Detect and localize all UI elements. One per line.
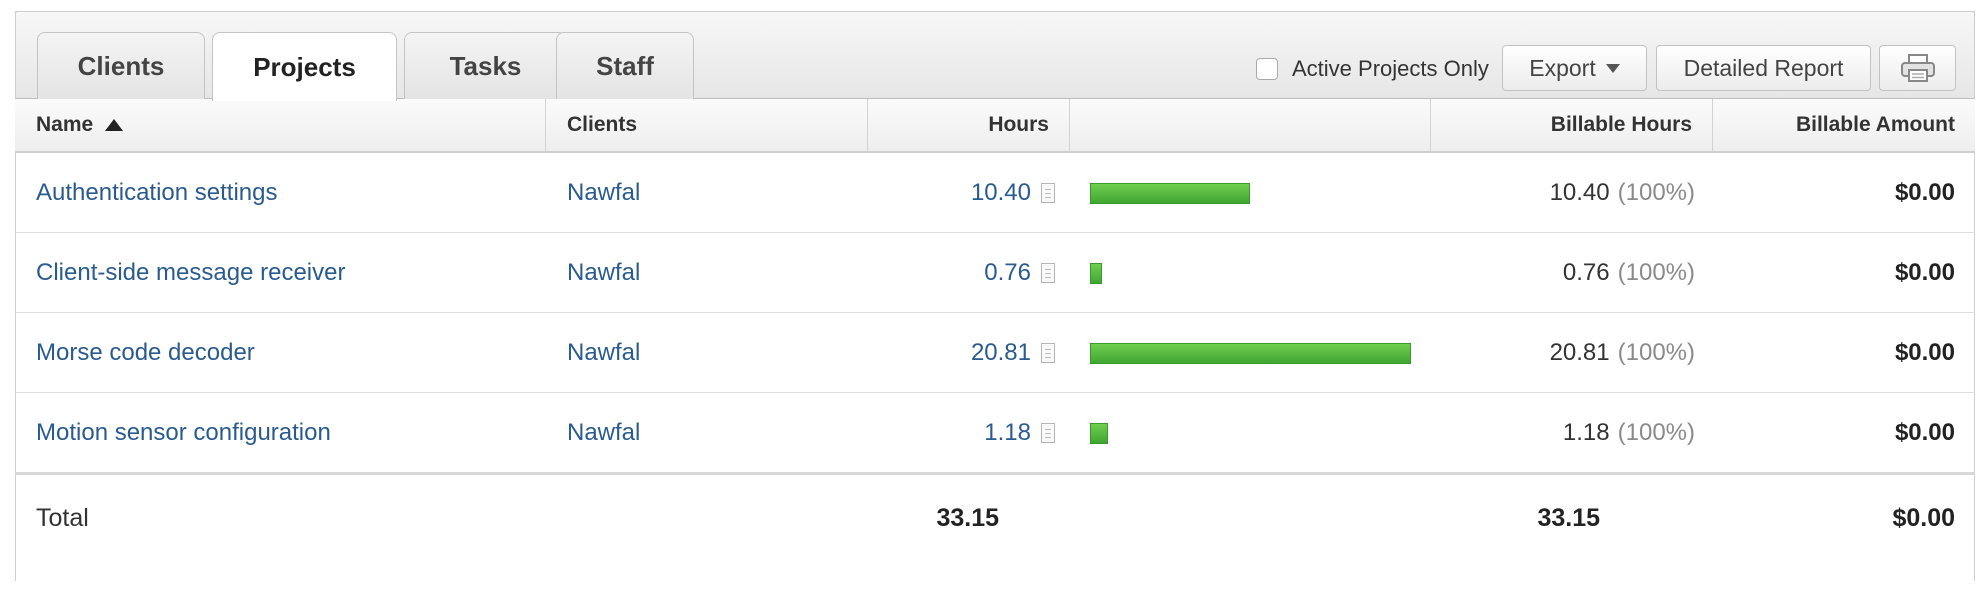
table-header: Name Clients Hours Billable Hours Billab… [15,99,1975,153]
billable-amount: $0.00 [1894,178,1955,206]
billable-amount: $0.00 [1894,338,1955,366]
total-billable-amount: $0.00 [1892,503,1955,532]
table-row: Client-side message receiver Nawfal 0.76 0.… [15,233,1975,313]
total-label: Total [36,503,89,532]
document-icon[interactable] [1041,342,1055,363]
hours-cell: 10.40 [971,153,1055,232]
column-header-bar [1070,99,1431,151]
column-header-name-label: Name [36,113,94,136]
hours-bar [1090,343,1411,364]
billable-percent: (100%) [1617,178,1695,206]
billable-amount: $0.00 [1894,258,1955,286]
column-header-clients[interactable]: Clients [546,99,868,151]
hours-cell: 1.18 [984,393,1055,472]
client-link[interactable]: Nawfal [567,153,640,232]
column-header-hours[interactable]: Hours [868,99,1070,151]
active-projects-label[interactable]: Active Projects Only [1292,56,1489,82]
document-icon[interactable] [1041,262,1055,283]
billable-hours-cell: 10.40 (100%) [1550,153,1695,232]
hours-bar [1090,263,1102,284]
project-name-link[interactable]: Motion sensor configuration [36,393,331,472]
billable-hours-cell: 20.81 (100%) [1550,313,1695,392]
hours-cell: 20.81 [971,313,1055,392]
tab-tasks[interactable]: Tasks [404,32,567,99]
column-header-billable-hours[interactable]: Billable Hours [1431,99,1713,151]
printer-icon [1900,54,1935,82]
billable-hours-cell: 1.18 (100%) [1563,393,1695,472]
document-icon[interactable] [1041,422,1055,443]
hours-link[interactable]: 10.40 [971,179,1031,207]
billable-hours-value: 10.40 [1549,178,1610,206]
chevron-down-icon [1605,63,1620,73]
hours-link[interactable]: 1.18 [984,419,1031,447]
column-header-name[interactable]: Name [15,99,546,151]
billable-hours-value: 20.81 [1549,338,1610,366]
tab-staff[interactable]: Staff [556,32,694,99]
active-projects-filter[interactable]: Active Projects Only [1256,56,1489,82]
table-row: Morse code decoder Nawfal 20.81 20.81 (100%)… [15,313,1975,393]
client-link[interactable]: Nawfal [567,393,640,472]
print-button[interactable] [1879,45,1956,91]
export-label: Export [1529,54,1596,81]
tab-projects[interactable]: Projects [212,32,397,101]
billable-percent: (100%) [1617,418,1695,446]
total-billable-hours: 33.15 [1537,503,1600,532]
active-projects-checkbox[interactable] [1256,58,1278,80]
billable-hours-value: 0.76 [1562,258,1610,286]
hours-bar [1090,423,1108,444]
hours-link[interactable]: 20.81 [971,339,1031,367]
total-row: Total 33.15 33.15 $0.00 [15,475,1975,561]
client-link[interactable]: Nawfal [567,233,640,312]
billable-percent: (100%) [1617,338,1695,366]
total-hours: 33.15 [936,503,999,532]
sort-ascending-icon [105,119,124,131]
tab-clients[interactable]: Clients [37,32,205,99]
table-row: Motion sensor configuration Nawfal 1.18 1.1… [15,393,1975,473]
export-button[interactable]: Export [1502,45,1647,91]
project-name-link[interactable]: Client-side message receiver [36,233,345,312]
report-toolbar: Clients Projects Tasks Staff Active Proj… [15,11,1975,101]
detailed-report-button[interactable]: Detailed Report [1656,45,1871,91]
hours-link[interactable]: 0.76 [984,259,1031,287]
billable-hours-value: 1.18 [1562,418,1610,446]
billable-hours-cell: 0.76 (100%) [1563,233,1695,312]
project-name-link[interactable]: Morse code decoder [36,313,255,392]
billable-percent: (100%) [1617,258,1695,286]
table-row: Authentication settings Nawfal 10.40 10.40(… [15,153,1975,233]
project-name-link[interactable]: Authentication settings [36,153,278,232]
hours-cell: 0.76 [984,233,1055,312]
client-link[interactable]: Nawfal [567,313,640,392]
billable-amount: $0.00 [1894,418,1955,446]
column-header-billable-amount[interactable]: Billable Amount [1713,99,1975,151]
document-icon[interactable] [1041,182,1055,203]
hours-bar [1090,183,1250,204]
